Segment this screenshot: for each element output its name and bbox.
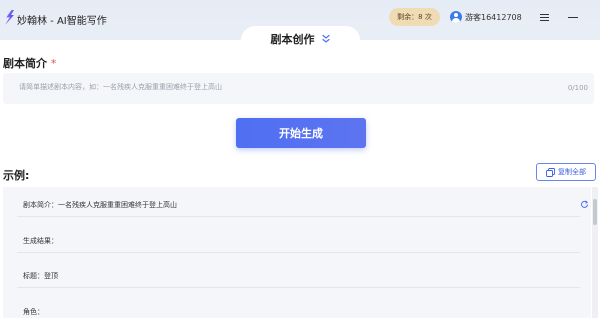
- intro-field[interactable]: 0/100: [3, 73, 594, 104]
- intro-heading: 剧本简介 *: [3, 55, 56, 71]
- generate-button[interactable]: 开始生成: [236, 118, 366, 148]
- copy-all-label: 复制全部: [558, 168, 586, 176]
- scrollbar[interactable]: [592, 187, 598, 318]
- example-row-role: 角色：: [23, 308, 44, 316]
- copy-all-button[interactable]: 复制全部: [536, 163, 596, 181]
- app-title: 妙翰林 - AI智能写作: [17, 16, 107, 27]
- example-row-title: 标题：登顶: [23, 272, 58, 280]
- required-mark: *: [50, 57, 57, 70]
- divider: [17, 252, 580, 253]
- example-heading: 示例:: [3, 169, 30, 182]
- example-content: 剧本简介：一名残疾人克服重重困难终于登上高山 生成结果： 标题：登顶 角色：: [3, 187, 591, 318]
- chevron-down-icon: [321, 34, 330, 43]
- example-row-intro: 剧本简介：一名残疾人克服重重困难终于登上高山: [23, 201, 177, 209]
- char-counter: 0/100: [567, 84, 588, 92]
- menu-button[interactable]: [536, 9, 552, 25]
- avatar-icon: [450, 11, 462, 23]
- app-logo-icon: [5, 9, 14, 25]
- divider: [17, 287, 580, 288]
- intro-title: 剧本简介: [3, 57, 47, 70]
- user-name: 游客16412708: [465, 12, 522, 22]
- user-info[interactable]: 游客16412708: [450, 9, 522, 25]
- remaining-count-badge: 剩余：8 次: [389, 8, 440, 26]
- scroll-thumb[interactable]: [593, 199, 597, 225]
- menu-icon: [539, 13, 549, 21]
- minimize-button[interactable]: [565, 9, 581, 25]
- tab-label: 剧本创作: [270, 33, 315, 46]
- copy-icon: [546, 167, 555, 177]
- intro-input[interactable]: [19, 83, 519, 91]
- tab-script-creation[interactable]: 剧本创作: [241, 26, 360, 52]
- example-row-result: 生成结果：: [23, 237, 58, 245]
- refresh-icon[interactable]: [580, 200, 589, 209]
- divider: [17, 216, 580, 217]
- minimize-icon: [568, 16, 578, 18]
